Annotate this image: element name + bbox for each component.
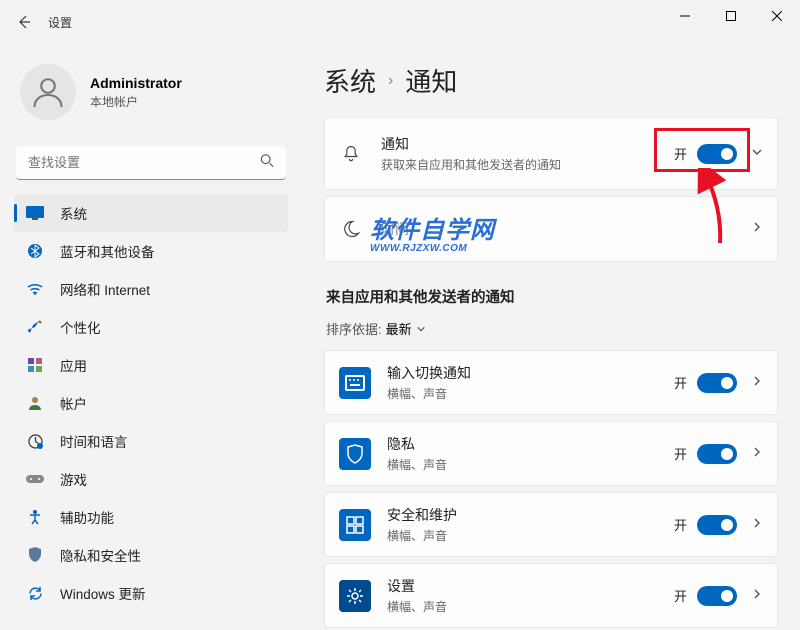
sidebar-item-5[interactable]: 帐户 <box>14 384 288 422</box>
sidebar-item-label: 游戏 <box>60 469 87 489</box>
chevron-right-icon: › <box>388 72 393 90</box>
card-title: 时间 <box>381 219 747 239</box>
nav-icon <box>26 242 44 260</box>
sidebar-item-4[interactable]: 应用 <box>14 346 288 384</box>
chevron-right-icon <box>751 445 763 463</box>
dnd-card[interactable]: 时间 <box>324 196 778 262</box>
app-sub: 横幅、声音 <box>387 527 674 544</box>
chevron-down-icon <box>751 145 763 163</box>
notifications-master-card[interactable]: 通知 获取来自应用和其他发送者的通知 开 <box>324 117 778 190</box>
app-notification-card[interactable]: 安全和维护横幅、声音开 <box>324 492 778 557</box>
sidebar-item-label: 蓝牙和其他设备 <box>60 241 155 261</box>
section-header: 来自应用和其他发送者的通知 <box>326 286 778 307</box>
sidebar: Administrator 本地帐户 系统蓝牙和其他设备网络和 Internet… <box>0 44 298 630</box>
sidebar-item-label: 个性化 <box>60 317 101 337</box>
sidebar-item-label: 时间和语言 <box>60 431 128 451</box>
back-button[interactable] <box>8 6 40 38</box>
sort-label: 排序依据: <box>326 319 382 338</box>
sidebar-item-label: Windows 更新 <box>60 583 146 603</box>
chevron-right-icon <box>751 516 763 534</box>
notifications-toggle[interactable] <box>697 144 737 164</box>
app-icon <box>339 438 371 470</box>
window-title: 设置 <box>48 14 72 31</box>
sidebar-item-6[interactable]: 时间和语言 <box>14 422 288 460</box>
sidebar-item-2[interactable]: 网络和 Internet <box>14 270 288 308</box>
nav-icon <box>26 280 44 298</box>
profile-block[interactable]: Administrator 本地帐户 <box>14 56 288 136</box>
sidebar-item-label: 帐户 <box>60 393 87 413</box>
sidebar-item-1[interactable]: 蓝牙和其他设备 <box>14 232 288 270</box>
toggle-state-label: 开 <box>674 515 687 534</box>
app-notification-card[interactable]: 输入切换通知横幅、声音开 <box>324 350 778 415</box>
chevron-right-icon <box>751 587 763 605</box>
app-icon <box>339 367 371 399</box>
nav-icon <box>26 584 44 602</box>
profile-name: Administrator <box>90 75 182 91</box>
app-sub: 横幅、声音 <box>387 385 674 402</box>
maximize-button[interactable] <box>708 0 754 32</box>
sidebar-item-label: 应用 <box>60 355 87 375</box>
breadcrumb: 系统 › 通知 <box>324 62 778 99</box>
search-icon <box>260 154 274 173</box>
toggle-state-label: 开 <box>674 144 687 163</box>
card-title: 通知 <box>381 134 674 154</box>
app-toggle[interactable] <box>697 444 737 464</box>
sidebar-item-label: 辅助功能 <box>60 507 114 527</box>
sort-value: 最新 <box>386 319 412 338</box>
close-icon <box>772 11 782 21</box>
avatar <box>20 64 76 120</box>
sidebar-item-9[interactable]: 隐私和安全性 <box>14 536 288 574</box>
nav-icon <box>26 204 44 222</box>
sidebar-item-0[interactable]: 系统 <box>14 194 288 232</box>
sidebar-item-3[interactable]: 个性化 <box>14 308 288 346</box>
app-icon <box>339 580 371 612</box>
minimize-button[interactable] <box>662 0 708 32</box>
app-toggle[interactable] <box>697 515 737 535</box>
breadcrumb-parent[interactable]: 系统 <box>324 62 376 99</box>
toggle-state-label: 开 <box>674 444 687 463</box>
app-sub: 横幅、声音 <box>387 456 674 473</box>
nav-icon <box>26 508 44 526</box>
sidebar-item-label: 网络和 Internet <box>60 279 150 299</box>
app-notification-card[interactable]: 隐私横幅、声音开 <box>324 421 778 486</box>
search-input[interactable] <box>16 146 286 180</box>
sidebar-item-8[interactable]: 辅助功能 <box>14 498 288 536</box>
breadcrumb-current: 通知 <box>405 62 457 99</box>
chevron-down-icon <box>416 324 426 334</box>
person-icon <box>30 74 66 110</box>
card-sub: 获取来自应用和其他发送者的通知 <box>381 156 561 173</box>
nav-icon <box>26 318 44 336</box>
arrow-left-icon <box>16 14 32 30</box>
sidebar-item-label: 系统 <box>60 203 87 223</box>
nav-icon <box>26 470 44 488</box>
nav-icon <box>26 432 44 450</box>
toggle-state-label: 开 <box>674 373 687 392</box>
app-sub: 横幅、声音 <box>387 598 674 615</box>
nav-icon <box>26 356 44 374</box>
sidebar-item-7[interactable]: 游戏 <box>14 460 288 498</box>
app-title: 设置 <box>387 576 674 596</box>
toggle-state-label: 开 <box>674 586 687 605</box>
app-toggle[interactable] <box>697 373 737 393</box>
app-title: 输入切换通知 <box>387 363 674 383</box>
nav-icon <box>26 546 44 564</box>
close-button[interactable] <box>754 0 800 32</box>
sidebar-item-label: 隐私和安全性 <box>60 545 141 565</box>
app-title: 隐私 <box>387 434 674 454</box>
moon-icon <box>339 217 363 241</box>
nav-icon <box>26 394 44 412</box>
profile-sub: 本地帐户 <box>90 93 182 110</box>
minimize-icon <box>680 11 690 21</box>
main-content: 系统 › 通知 通知 获取来自应用和其他发送者的通知 开 <box>298 44 800 630</box>
chevron-right-icon <box>751 220 763 238</box>
maximize-icon <box>726 11 736 21</box>
bell-icon <box>339 142 363 166</box>
app-notification-card[interactable]: 设置横幅、声音开 <box>324 563 778 628</box>
sidebar-item-10[interactable]: Windows 更新 <box>14 574 288 612</box>
chevron-right-icon <box>751 374 763 392</box>
sort-row[interactable]: 排序依据: 最新 <box>324 319 778 338</box>
app-icon <box>339 509 371 541</box>
app-toggle[interactable] <box>697 586 737 606</box>
app-title: 安全和维护 <box>387 505 674 525</box>
